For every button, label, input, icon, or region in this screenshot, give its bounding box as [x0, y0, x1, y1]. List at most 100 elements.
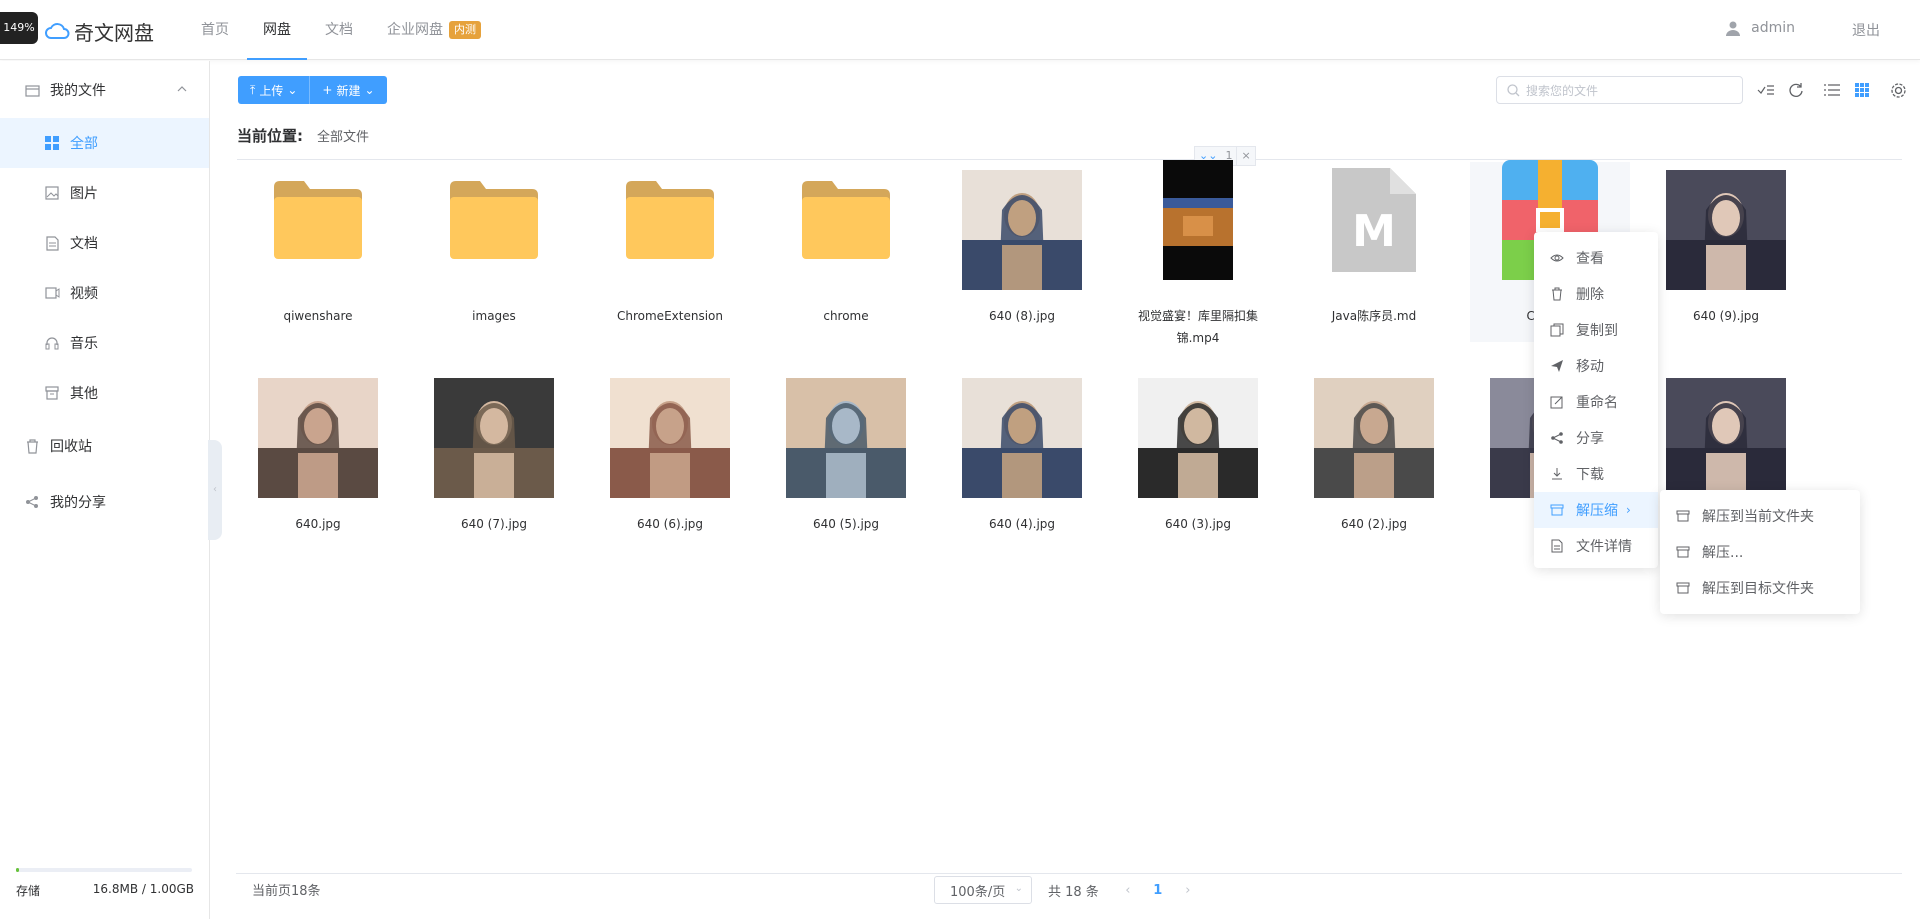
breadcrumb-label: 当前位置:: [237, 127, 303, 145]
menu-label: 文件详情: [1576, 539, 1632, 555]
logout-link[interactable]: 退出: [1852, 20, 1880, 40]
breadcrumb-divider: [237, 159, 1902, 160]
brand-logo[interactable]: 奇文网盘: [44, 16, 154, 46]
file-item[interactable]: 640.jpg: [238, 370, 398, 550]
file-item[interactable]: 640 (3).jpg: [1118, 370, 1278, 550]
menu-download[interactable]: 下载: [1534, 456, 1658, 492]
file-name: 视觉盛宴！库里隔扣集锦.mp4: [1137, 309, 1258, 345]
nav-docs[interactable]: 文档: [309, 0, 369, 60]
sidebar-item-label: 音乐: [70, 336, 98, 352]
zoom-level-indicator: 149%: [0, 12, 38, 44]
file-item[interactable]: M Java陈序员.md: [1294, 162, 1454, 342]
menu-rename[interactable]: 重命名: [1534, 384, 1658, 420]
prev-page-icon[interactable]: ‹: [1113, 883, 1143, 898]
sidebar-recycle-bin[interactable]: 回收站: [0, 421, 209, 471]
menu-label: 复制到: [1576, 323, 1618, 339]
menu-view[interactable]: 查看: [1534, 240, 1658, 276]
sidebar-item-all[interactable]: 全部: [0, 118, 209, 168]
user-menu[interactable]: admin: [1725, 20, 1795, 36]
search-icon: [1507, 83, 1520, 96]
sidebar-item-videos[interactable]: 视频: [0, 268, 209, 318]
menu-delete[interactable]: 删除: [1534, 276, 1658, 312]
nav-drive[interactable]: 网盘: [247, 0, 307, 60]
sidebar-item-documents[interactable]: 文档: [0, 218, 209, 268]
folder-icon: [268, 170, 368, 270]
page-size-value: 100条/页: [950, 884, 1006, 900]
nav-enterprise[interactable]: 企业网盘 内测: [371, 0, 497, 60]
image-icon: [44, 185, 60, 201]
submenu-extract-here[interactable]: 解压到当前文件夹: [1660, 498, 1860, 534]
sidebar-item-images[interactable]: 图片: [0, 168, 209, 218]
file-item[interactable]: 视觉盛宴！库里隔扣集锦.mp4: [1118, 160, 1278, 345]
next-page-icon[interactable]: ›: [1173, 883, 1203, 898]
file-item[interactable]: ChromeExtension: [590, 162, 750, 342]
file-item[interactable]: 640 (5).jpg: [766, 370, 926, 550]
menu-extract[interactable]: 解压缩 ›: [1534, 492, 1658, 528]
storage-label: 存储: [16, 884, 41, 898]
sidebar-my-share[interactable]: 我的分享: [0, 477, 209, 527]
submenu-label: 解压到当前文件夹: [1702, 509, 1814, 525]
beta-badge: 内测: [449, 21, 481, 39]
folder-icon: [444, 170, 544, 270]
image-thumbnail: [610, 378, 730, 498]
file-item[interactable]: 640 (4).jpg: [942, 370, 1102, 550]
list-view-icon[interactable]: [1821, 79, 1843, 101]
sidebar-item-label: 视频: [70, 286, 98, 302]
file-item[interactable]: 640 (9).jpg: [1646, 162, 1806, 342]
sidebar-item-other[interactable]: 其他: [0, 368, 209, 418]
sidebar-item-music[interactable]: 音乐: [0, 318, 209, 368]
storage-value: 16.8MB / 1.00GB: [92, 882, 194, 896]
submenu-label: 解压到目标文件夹: [1702, 581, 1814, 597]
file-item[interactable]: 640 (7).jpg: [414, 370, 574, 550]
file-item[interactable]: 640 (2).jpg: [1294, 370, 1454, 550]
chevron-down-icon: ⌄: [364, 83, 375, 97]
settings-gear-icon[interactable]: [1887, 79, 1909, 101]
image-thumbnail: [962, 378, 1082, 498]
box-icon: [1676, 581, 1690, 595]
image-thumbnail: [962, 170, 1082, 290]
menu-label: 移动: [1576, 359, 1604, 375]
file-name: 640 (3).jpg: [1164, 517, 1232, 531]
menu-move[interactable]: 移动: [1534, 348, 1658, 384]
menu-copy-to[interactable]: 复制到: [1534, 312, 1658, 348]
trash-icon: [1550, 287, 1564, 301]
sidebar-my-files-label: 我的文件: [50, 83, 106, 99]
submenu-extract[interactable]: 解压...: [1660, 534, 1860, 570]
create-button[interactable]: + 新建 ⌄: [310, 76, 387, 104]
search-input[interactable]: 搜索您的文件: [1496, 76, 1743, 104]
trash-icon: [24, 438, 40, 454]
storage-bar: [16, 868, 192, 872]
image-thumbnail: [258, 378, 378, 498]
edit-icon: [1550, 395, 1564, 409]
sidebar-recycle-label: 回收站: [50, 439, 92, 455]
box-icon: [1550, 503, 1564, 517]
file-item[interactable]: chrome: [766, 162, 926, 342]
box-icon: [1676, 509, 1690, 523]
menu-label: 分享: [1576, 431, 1604, 447]
username: admin: [1751, 20, 1795, 36]
chevron-down-icon: ⌄: [287, 83, 298, 97]
refresh-icon[interactable]: [1785, 79, 1807, 101]
file-item[interactable]: 640 (6).jpg: [590, 370, 750, 550]
page-number[interactable]: 1: [1143, 883, 1173, 898]
storage-fill: [16, 868, 19, 872]
menu-share[interactable]: 分享: [1534, 420, 1658, 456]
page-size-select[interactable]: 100条/页 ⌄: [934, 876, 1032, 904]
file-item[interactable]: 640 (8).jpg: [942, 162, 1102, 342]
menu-label: 解压缩: [1576, 503, 1618, 519]
submenu-label: 解压...: [1702, 545, 1744, 561]
menu-file-details[interactable]: 文件详情: [1534, 528, 1658, 564]
search-placeholder: 搜索您的文件: [1526, 83, 1599, 98]
breadcrumb-root[interactable]: 全部文件: [317, 126, 369, 145]
grid-view-icon[interactable]: [1851, 79, 1873, 101]
file-name: qiwenshare: [283, 309, 353, 323]
batch-select-icon[interactable]: [1755, 79, 1777, 101]
submenu-extract-to-target[interactable]: 解压到目标文件夹: [1660, 570, 1860, 606]
file-item[interactable]: images: [414, 162, 574, 342]
pagination: 100条/页 ⌄ 共 18 条 ‹ 1 ›: [934, 876, 1203, 904]
share-icon: [1550, 431, 1564, 445]
nav-home[interactable]: 首页: [185, 0, 245, 60]
upload-button[interactable]: ⤒ 上传 ⌄: [238, 76, 311, 104]
file-item[interactable]: qiwenshare: [238, 162, 398, 342]
sidebar-my-files[interactable]: 我的文件: [0, 65, 209, 115]
